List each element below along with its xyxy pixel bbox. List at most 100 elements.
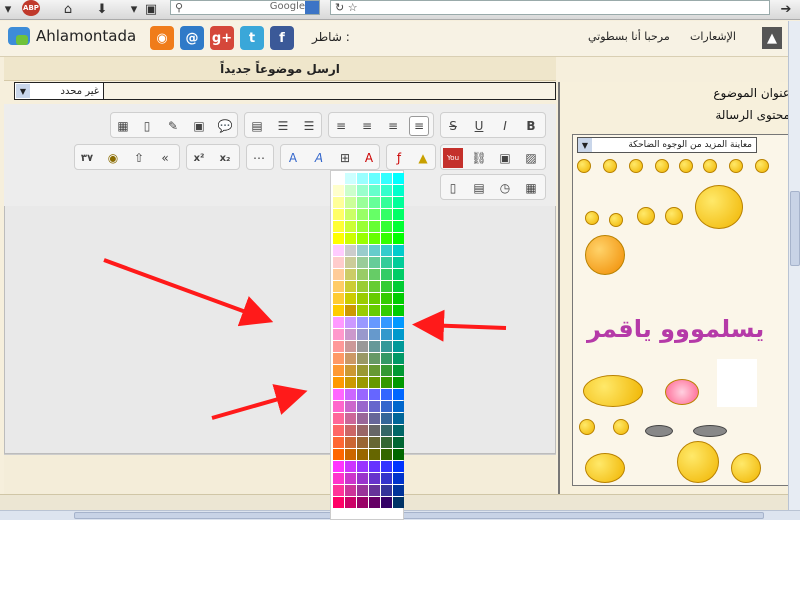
- color-swatch[interactable]: [393, 449, 404, 460]
- smiley-icon[interactable]: [603, 159, 617, 173]
- smiley-icon[interactable]: [613, 419, 629, 435]
- color-swatch[interactable]: [333, 377, 344, 388]
- color-swatch[interactable]: [393, 377, 404, 388]
- color-swatch[interactable]: [393, 485, 404, 496]
- color-swatch[interactable]: [357, 341, 368, 352]
- color-swatch[interactable]: [345, 341, 356, 352]
- image-link-icon[interactable]: ▣: [189, 116, 209, 136]
- color-swatch[interactable]: [333, 329, 344, 340]
- color-swatch[interactable]: [345, 377, 356, 388]
- vertical-scrollbar[interactable]: [788, 21, 800, 510]
- color-swatch[interactable]: [357, 317, 368, 328]
- notifications-link[interactable]: الإشعارات: [690, 30, 736, 43]
- color-swatch[interactable]: [393, 269, 404, 280]
- color-swatch[interactable]: [333, 473, 344, 484]
- strikethrough-button[interactable]: S: [443, 116, 463, 136]
- color-swatch[interactable]: [333, 485, 344, 496]
- color-swatch[interactable]: [333, 449, 344, 460]
- number-list-icon[interactable]: ☰: [273, 116, 293, 136]
- scroll-top-icon[interactable]: ▲: [762, 27, 782, 49]
- color-swatch[interactable]: [333, 269, 344, 280]
- color-swatch[interactable]: [333, 173, 344, 184]
- url-field[interactable]: ↻ ☆: [330, 0, 770, 15]
- star-icon[interactable]: ☆: [348, 1, 358, 14]
- smiley-icon[interactable]: [577, 159, 591, 173]
- welcome-text[interactable]: مرحبا أنا بسطوتي: [588, 30, 670, 43]
- color-swatch[interactable]: [369, 449, 380, 460]
- align-right-icon[interactable]: ≡: [409, 116, 429, 136]
- color-swatch[interactable]: [369, 293, 380, 304]
- color-swatch[interactable]: [357, 497, 368, 508]
- color-swatch[interactable]: [333, 305, 344, 316]
- more-icon[interactable]: ⋯: [249, 148, 269, 168]
- smiley-icon[interactable]: [693, 425, 727, 437]
- color-swatch[interactable]: [345, 245, 356, 256]
- color-swatch[interactable]: [345, 449, 356, 460]
- color-swatch[interactable]: [369, 401, 380, 412]
- color-swatch[interactable]: [381, 293, 392, 304]
- color-swatch[interactable]: [393, 245, 404, 256]
- color-swatch[interactable]: [381, 461, 392, 472]
- dropdown-icon[interactable]: ▾: [128, 0, 140, 18]
- rewind-icon[interactable]: «: [155, 148, 175, 168]
- search-input[interactable]: ⚲ Google: [170, 0, 320, 15]
- color-swatch[interactable]: [333, 389, 344, 400]
- arabic-numbers-icon[interactable]: ٣٧: [77, 148, 97, 168]
- color-swatch[interactable]: [357, 485, 368, 496]
- color-swatch[interactable]: [393, 173, 404, 184]
- horizontal-rule-icon[interactable]: ▤: [247, 116, 267, 136]
- smiley-icon[interactable]: [637, 207, 655, 225]
- color-swatch[interactable]: [345, 293, 356, 304]
- twitter-icon[interactable]: t: [240, 26, 264, 50]
- color-swatch[interactable]: [381, 437, 392, 448]
- search-engine-icon[interactable]: [305, 1, 319, 14]
- color-swatch[interactable]: [357, 305, 368, 316]
- color-swatch[interactable]: [369, 269, 380, 280]
- subject-prefix-select[interactable]: ▼ غير محدد: [14, 82, 104, 100]
- stick-figure-icon[interactable]: [717, 359, 757, 407]
- color-swatch[interactable]: [345, 425, 356, 436]
- color-swatch[interactable]: [357, 377, 368, 388]
- paste-icon[interactable]: ▤: [469, 178, 489, 198]
- edit-icon[interactable]: ✎: [163, 116, 183, 136]
- color-swatch[interactable]: [333, 245, 344, 256]
- color-swatch[interactable]: [393, 293, 404, 304]
- quote-icon[interactable]: 💬: [215, 116, 235, 136]
- color-swatch[interactable]: [357, 209, 368, 220]
- color-swatch[interactable]: [333, 185, 344, 196]
- color-swatch[interactable]: [381, 413, 392, 424]
- color-swatch[interactable]: [357, 389, 368, 400]
- reload-icon[interactable]: ↻: [335, 1, 344, 14]
- underline-button[interactable]: U: [469, 116, 489, 136]
- color-swatch[interactable]: [333, 197, 344, 208]
- color-swatch[interactable]: [369, 377, 380, 388]
- color-swatch[interactable]: [381, 209, 392, 220]
- color-swatch[interactable]: [357, 449, 368, 460]
- color-swatch[interactable]: [333, 425, 344, 436]
- color-swatch[interactable]: [333, 341, 344, 352]
- smiley-icon[interactable]: [665, 379, 699, 405]
- color-swatch[interactable]: [369, 281, 380, 292]
- color-swatch[interactable]: [357, 329, 368, 340]
- color-swatch[interactable]: [345, 461, 356, 472]
- color-swatch[interactable]: [357, 269, 368, 280]
- color-swatch[interactable]: [357, 425, 368, 436]
- color-swatch[interactable]: [369, 353, 380, 364]
- color-swatch[interactable]: [393, 185, 404, 196]
- color-swatch[interactable]: [345, 197, 356, 208]
- color-swatch[interactable]: [393, 425, 404, 436]
- color-swatch[interactable]: [369, 497, 380, 508]
- color-swatch[interactable]: [357, 413, 368, 424]
- color-swatch[interactable]: [345, 389, 356, 400]
- color-swatch[interactable]: [393, 257, 404, 268]
- color-swatch[interactable]: [333, 257, 344, 268]
- color-swatch[interactable]: [345, 317, 356, 328]
- color-swatch[interactable]: [333, 461, 344, 472]
- color-swatch[interactable]: [393, 353, 404, 364]
- color-swatch[interactable]: [345, 353, 356, 364]
- color-swatch[interactable]: [357, 461, 368, 472]
- color-swatch[interactable]: [345, 437, 356, 448]
- color-swatch[interactable]: [381, 497, 392, 508]
- color-swatch[interactable]: [381, 377, 392, 388]
- color-swatch[interactable]: [393, 305, 404, 316]
